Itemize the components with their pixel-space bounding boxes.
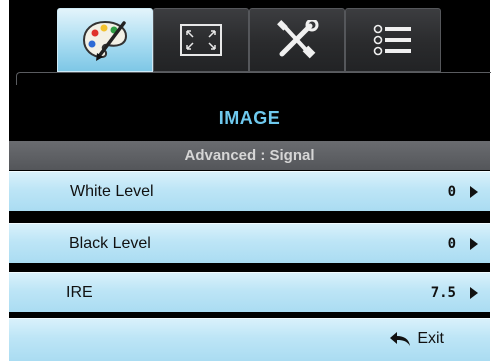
menu-item-black-level[interactable]: Black Level 0 — [9, 223, 490, 263]
exit-row[interactable]: Exit — [9, 318, 490, 361]
arrow-right-icon[interactable] — [470, 287, 478, 299]
menu-item-ire[interactable]: IRE 7.5 — [9, 272, 490, 312]
tab-display[interactable] — [153, 8, 249, 72]
osd-menu: IMAGE Advanced : Signal White Level 0 Bl… — [9, 0, 491, 361]
arrow-right-icon[interactable] — [470, 238, 478, 250]
tab-options[interactable] — [345, 8, 441, 72]
setup-tools-icon — [277, 20, 319, 59]
tab-divider — [16, 72, 491, 85]
menu-subtitle: Advanced : Signal — [9, 141, 490, 170]
arrow-right-icon[interactable] — [470, 186, 478, 198]
menu-item-value: 0 — [447, 184, 456, 200]
menu-item-white-level[interactable]: White Level 0 — [9, 171, 490, 211]
menu-item-label: Black Level — [69, 235, 151, 252]
menu-item-value: 0 — [447, 236, 456, 252]
return-arrow-icon — [390, 332, 411, 346]
image-palette-icon — [82, 20, 128, 61]
exit-label: Exit — [417, 330, 444, 347]
tab-setup[interactable] — [249, 8, 345, 72]
menu-item-label: White Level — [70, 183, 154, 200]
tab-image[interactable] — [57, 8, 153, 72]
menu-title: IMAGE — [218, 108, 281, 128]
exit-button[interactable]: Exit — [389, 319, 444, 359]
menu-item-label: IRE — [66, 284, 93, 301]
menu-item-value: 7.5 — [430, 285, 456, 301]
display-screen-icon — [180, 24, 222, 56]
options-list-icon — [373, 24, 411, 56]
tab-bar — [9, 0, 491, 86]
